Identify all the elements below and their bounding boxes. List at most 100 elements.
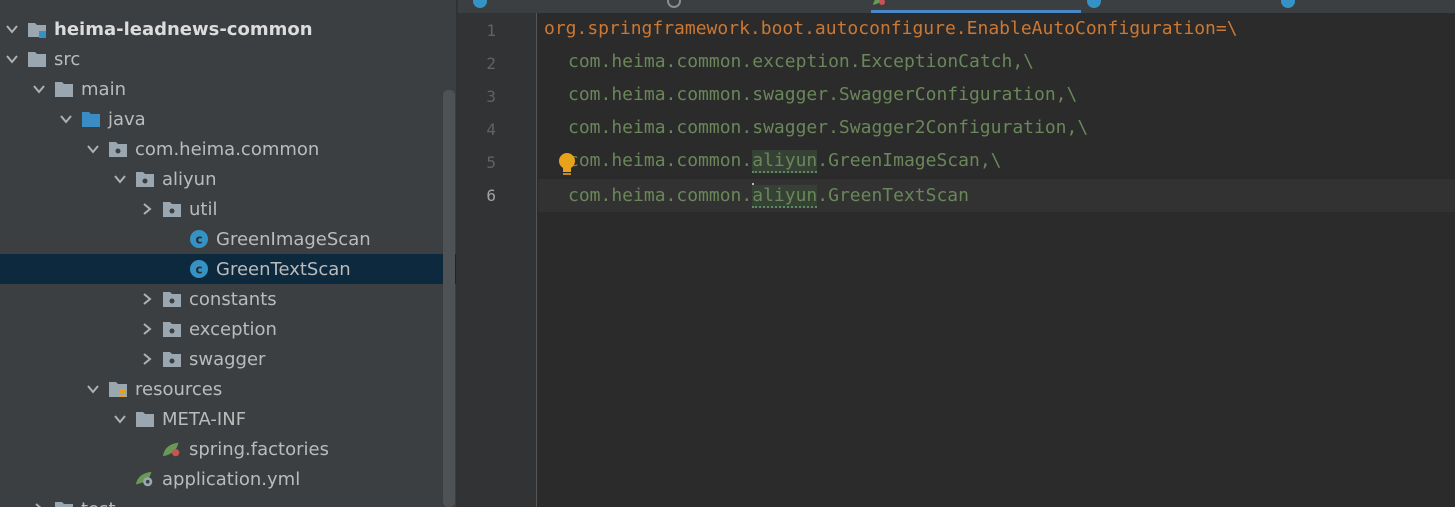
spring-file-icon: [162, 439, 182, 459]
property-separator: =\: [1215, 18, 1238, 39]
chevron-right-icon[interactable]: [32, 502, 46, 507]
tree-node[interactable]: main: [0, 74, 456, 104]
tree-node-label: exception: [189, 318, 277, 340]
tree-node[interactable]: constants: [0, 284, 456, 314]
tree-node[interactable]: c GreenImageScan: [0, 224, 456, 254]
tree-node-label: aliyun: [162, 168, 217, 190]
tree-node-label: heima-leadnews-common: [54, 18, 313, 40]
tree-node[interactable]: swagger: [0, 344, 456, 374]
package-icon: [135, 169, 155, 189]
editor-tab[interactable]: [1280, 0, 1455, 13]
line-number: 2: [486, 54, 496, 73]
chevron-down-icon[interactable]: [113, 172, 127, 186]
chevron-down-icon[interactable]: [5, 52, 19, 66]
chevron-down-icon[interactable]: [113, 412, 127, 426]
value-prefix: com.heima.common.: [568, 84, 753, 105]
value-segment: aliyun: [752, 185, 818, 208]
editor-tab[interactable]: [666, 0, 866, 13]
line-number: 5: [486, 153, 496, 172]
tree-node[interactable]: src: [0, 44, 456, 74]
tree-node-label: util: [189, 198, 218, 220]
tree-node-label: GreenImageScan: [216, 228, 371, 250]
line-number: 6: [486, 186, 496, 205]
tree-node-label: swagger: [189, 348, 266, 370]
tree-node[interactable]: com.heima.common: [0, 134, 456, 164]
value-suffix: .Swagger2Configuration,\: [828, 117, 1089, 138]
class-icon: c: [189, 229, 209, 249]
class-icon: c: [189, 259, 209, 279]
tree-node-label: com.heima.common: [135, 138, 320, 160]
package-icon: [108, 139, 128, 159]
chevron-down-icon[interactable]: [32, 82, 46, 96]
tree-node-label: java: [108, 108, 146, 130]
line-number-gutter[interactable]: 1 2 3 4 5 6: [458, 13, 537, 507]
tree-node[interactable]: aliyun: [0, 164, 456, 194]
code-line[interactable]: org.springframework.boot.autoconfigure.E…: [544, 18, 1238, 39]
code-line[interactable]: com.heima.common.aliyun.GreenTextScan: [568, 183, 969, 208]
editor-tab-active[interactable]: [871, 0, 1081, 13]
tree-node-label: src: [54, 48, 81, 70]
tree-node-label: constants: [189, 288, 277, 310]
value-segment: exception: [752, 51, 850, 72]
chevron-down-icon[interactable]: [5, 22, 19, 36]
source-folder-icon: [81, 109, 101, 129]
value-suffix: .ExceptionCatch,\: [849, 51, 1035, 72]
code-line[interactable]: com.heima.common.aliyun.GreenImageScan,\: [568, 150, 1002, 173]
chevron-right-icon[interactable]: [140, 202, 154, 216]
java-class-icon: [1086, 0, 1102, 13]
editor-tab-strip: [458, 0, 1455, 13]
chevron-down-icon[interactable]: [59, 112, 73, 126]
line-number: 3: [486, 87, 496, 106]
package-icon: [162, 349, 182, 369]
value-prefix: com.heima.common.: [568, 51, 753, 72]
editor-tab[interactable]: [1086, 0, 1276, 13]
spring-config-icon: [135, 469, 155, 489]
line-number: 1: [486, 21, 496, 40]
tree-node-label: GreenTextScan: [216, 258, 351, 280]
folder-icon: [135, 409, 155, 429]
tree-node[interactable]: test: [0, 494, 456, 507]
svg-text:c: c: [195, 233, 202, 247]
folder-icon: [54, 79, 74, 99]
value-suffix: .GreenImageScan,\: [817, 150, 1002, 171]
tree-node-label: resources: [135, 378, 223, 400]
code-editor[interactable]: org.springframework.boot.autoconfigure.E…: [538, 13, 1455, 507]
tree-node[interactable]: java: [0, 104, 456, 134]
tree-node-label: spring.factories: [189, 438, 329, 460]
tree-node[interactable]: util: [0, 194, 456, 224]
line-number: 4: [486, 120, 496, 139]
chevron-down-icon[interactable]: [86, 382, 100, 396]
package-icon: [162, 319, 182, 339]
editor-window: 1 2 3 4 5 6 org.springframework.boot.autoconf…: [458, 0, 1455, 507]
code-line[interactable]: com.heima.common.swagger.SwaggerConfigur…: [568, 84, 1077, 105]
tree-node[interactable]: META-INF: [0, 404, 456, 434]
tree-node[interactable]: application.yml: [0, 464, 456, 494]
editor-tab[interactable]: [472, 0, 662, 13]
code-line[interactable]: com.heima.common.swagger.Swagger2Configu…: [568, 117, 1088, 138]
tree-node[interactable]: spring.factories: [0, 434, 456, 464]
tree-node[interactable]: exception: [0, 314, 456, 344]
value-prefix: com.heima.common.: [568, 117, 753, 138]
svg-text:c: c: [195, 263, 202, 277]
chevron-right-icon[interactable]: [140, 352, 154, 366]
module-icon: [27, 19, 47, 39]
chevron-right-icon[interactable]: [140, 292, 154, 306]
tree-node-label: META-INF: [162, 408, 247, 430]
project-scrollbar[interactable]: [443, 90, 455, 507]
tree-node[interactable]: resources: [0, 374, 456, 404]
value-segment: aliyun: [752, 150, 818, 173]
project-panel-toolbar: [0, 0, 456, 6]
chevron-right-icon[interactable]: [140, 322, 154, 336]
value-prefix: com.heima.common.: [568, 185, 753, 206]
code-line[interactable]: com.heima.common.exception.ExceptionCatc…: [568, 51, 1034, 72]
tree-node[interactable]: heima-leadnews-common: [0, 14, 456, 44]
lightbulb-icon[interactable]: [557, 152, 577, 178]
value-suffix: .SwaggerConfiguration,\: [828, 84, 1078, 105]
package-icon: [162, 199, 182, 219]
tree-node-label: application.yml: [162, 468, 301, 490]
tree-node-label: main: [81, 78, 126, 100]
value-segment: swagger: [752, 117, 829, 138]
value-segment: swagger: [752, 84, 829, 105]
chevron-down-icon[interactable]: [86, 142, 100, 156]
tree-node[interactable]: c GreenTextScan: [0, 254, 456, 284]
